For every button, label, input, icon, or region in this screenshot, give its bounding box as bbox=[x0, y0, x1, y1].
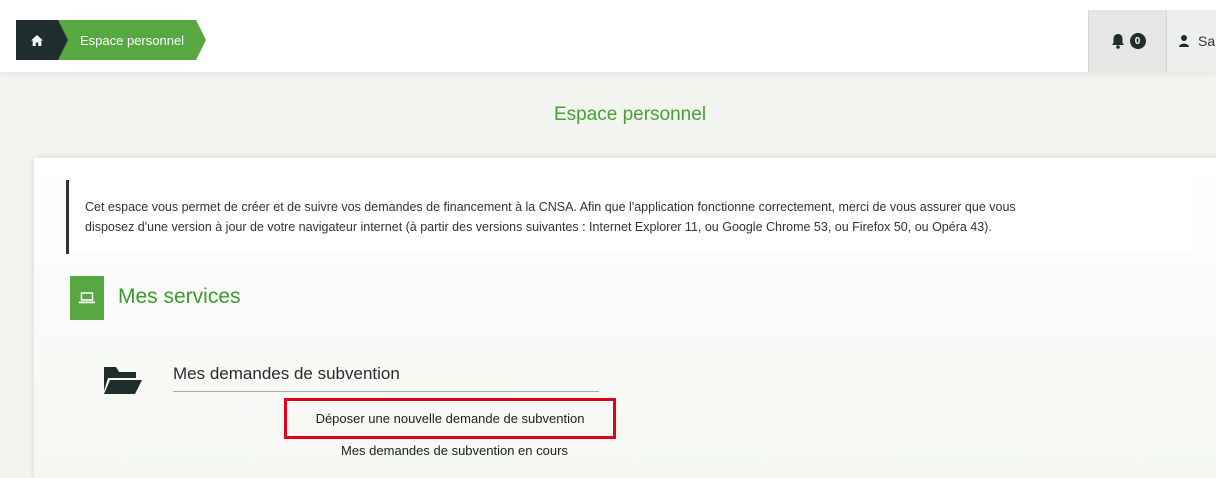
header-actions: 0 Sa bbox=[1088, 10, 1216, 72]
user-icon bbox=[1179, 35, 1189, 47]
folder-open-icon bbox=[104, 367, 142, 394]
breadcrumb-current[interactable]: Espace personnel bbox=[58, 20, 207, 60]
notice-line-1: Cet espace vous permet de créer et de su… bbox=[85, 200, 1016, 214]
notification-count-badge: 0 bbox=[1129, 33, 1146, 49]
top-bar: Espace personnel 0 Sa bbox=[0, 0, 1216, 72]
current-subvention-requests-link[interactable]: Mes demandes de subvention en cours bbox=[341, 443, 568, 458]
bell-icon bbox=[1111, 34, 1124, 49]
services-title: Mes services bbox=[118, 285, 241, 308]
new-subvention-request-link[interactable]: Déposer une nouvelle demande de subventi… bbox=[284, 398, 616, 439]
notice-line-2: disposez d'une version à jour de votre n… bbox=[85, 220, 992, 234]
home-icon bbox=[31, 34, 43, 46]
breadcrumb-home[interactable] bbox=[16, 20, 68, 60]
breadcrumb: Espace personnel bbox=[16, 20, 207, 60]
page-title: Espace personnel bbox=[553, 104, 707, 125]
notifications-button[interactable]: 0 bbox=[1088, 10, 1166, 72]
info-notice: Cet espace vous permet de créer et de su… bbox=[66, 180, 1194, 254]
user-name: Sa bbox=[1198, 33, 1216, 49]
services-card: Cet espace vous permet de créer et de su… bbox=[34, 158, 1216, 478]
user-menu[interactable]: Sa bbox=[1166, 10, 1216, 72]
section-title-demandes: Mes demandes de subvention bbox=[173, 364, 599, 392]
laptop-icon bbox=[70, 276, 104, 320]
